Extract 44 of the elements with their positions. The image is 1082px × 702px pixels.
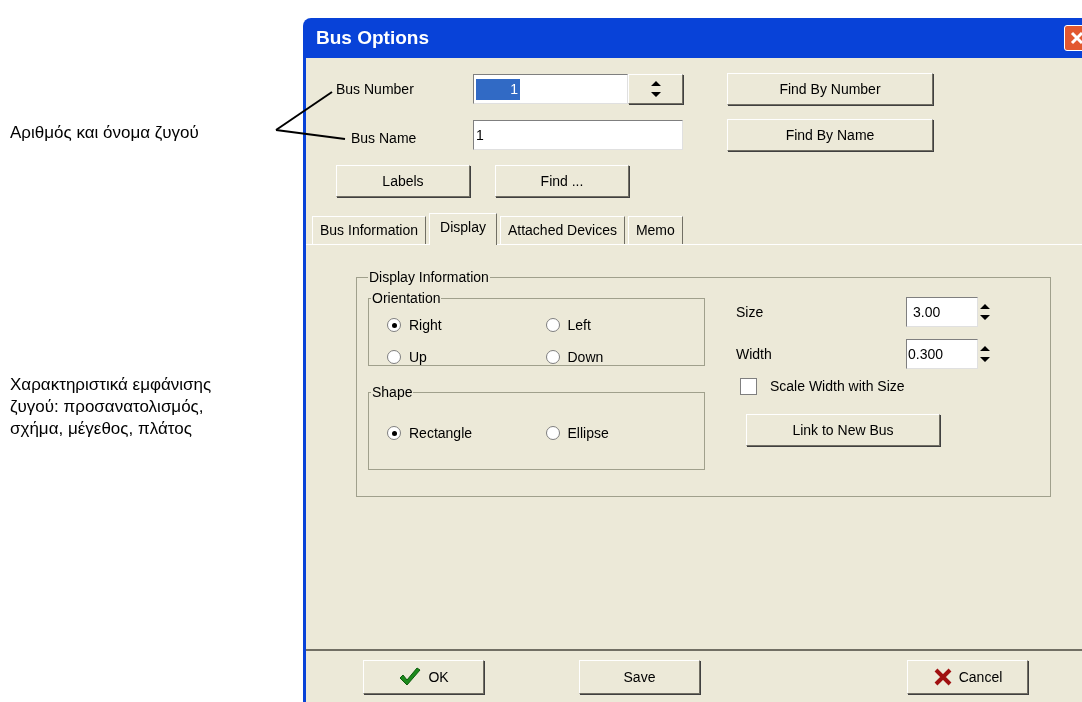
- radio-label: Right: [409, 315, 442, 335]
- action-button[interactable]: Labels: [336, 165, 470, 197]
- field-label: Bus Name: [351, 128, 418, 148]
- action-button[interactable]: Find ...: [495, 165, 629, 197]
- group-title: Display Information: [368, 268, 490, 287]
- radio-label: Rectangle: [409, 423, 473, 443]
- radio-label: Down: [567, 347, 604, 367]
- checkbox-label: Scale Width with Size: [770, 377, 905, 396]
- find-button[interactable]: Find By Name: [727, 119, 933, 151]
- radio-button[interactable]: [545, 350, 560, 364]
- field-label: Bus Number: [336, 79, 415, 99]
- check-icon: [398, 667, 423, 687]
- field-label: Width: [736, 344, 773, 364]
- close-icon: [932, 667, 953, 687]
- checkbox[interactable]: [740, 378, 757, 395]
- window-title: Bus Options: [316, 25, 429, 50]
- radio-label: Left: [567, 315, 591, 335]
- ok-button[interactable]: OK: [363, 660, 484, 694]
- group-title: Shape: [371, 383, 414, 402]
- tab[interactable]: Bus Information: [312, 216, 427, 244]
- group-title: Orientation: [371, 289, 442, 308]
- input-field[interactable]: 1: [473, 74, 628, 104]
- field-label: Size: [736, 302, 765, 322]
- plain-button[interactable]: Save: [579, 660, 700, 694]
- annotation-text: Αριθμός και όνομα ζυγού: [10, 122, 199, 144]
- input-field[interactable]: 0.300: [906, 339, 978, 369]
- annotation-text: Χαρακτηριστικά εμφάνισης ζυγού: προσανατολισμός, σχήμα, μέγεθος, πλάτος: [10, 374, 213, 440]
- input-field[interactable]: 1: [473, 120, 683, 150]
- tab[interactable]: Memo: [627, 216, 683, 244]
- cancel-button[interactable]: Cancel: [907, 660, 1028, 694]
- input-field[interactable]: 3.00: [906, 297, 978, 327]
- tab[interactable]: Display: [429, 213, 497, 245]
- spin-buttons[interactable]: [628, 74, 683, 104]
- link-button[interactable]: Link to New Bus: [746, 414, 940, 446]
- close-icon: [1070, 31, 1082, 45]
- radio-button[interactable]: [545, 426, 560, 440]
- radio-button[interactable]: [387, 426, 401, 440]
- tab[interactable]: Attached Devices: [499, 216, 625, 244]
- radio-button[interactable]: [545, 318, 560, 332]
- find-button[interactable]: Find By Number: [727, 73, 933, 105]
- radio-label: Up: [409, 347, 427, 367]
- radio-button[interactable]: [387, 350, 401, 364]
- radio-button[interactable]: [387, 318, 401, 332]
- radio-label: Ellipse: [567, 423, 609, 443]
